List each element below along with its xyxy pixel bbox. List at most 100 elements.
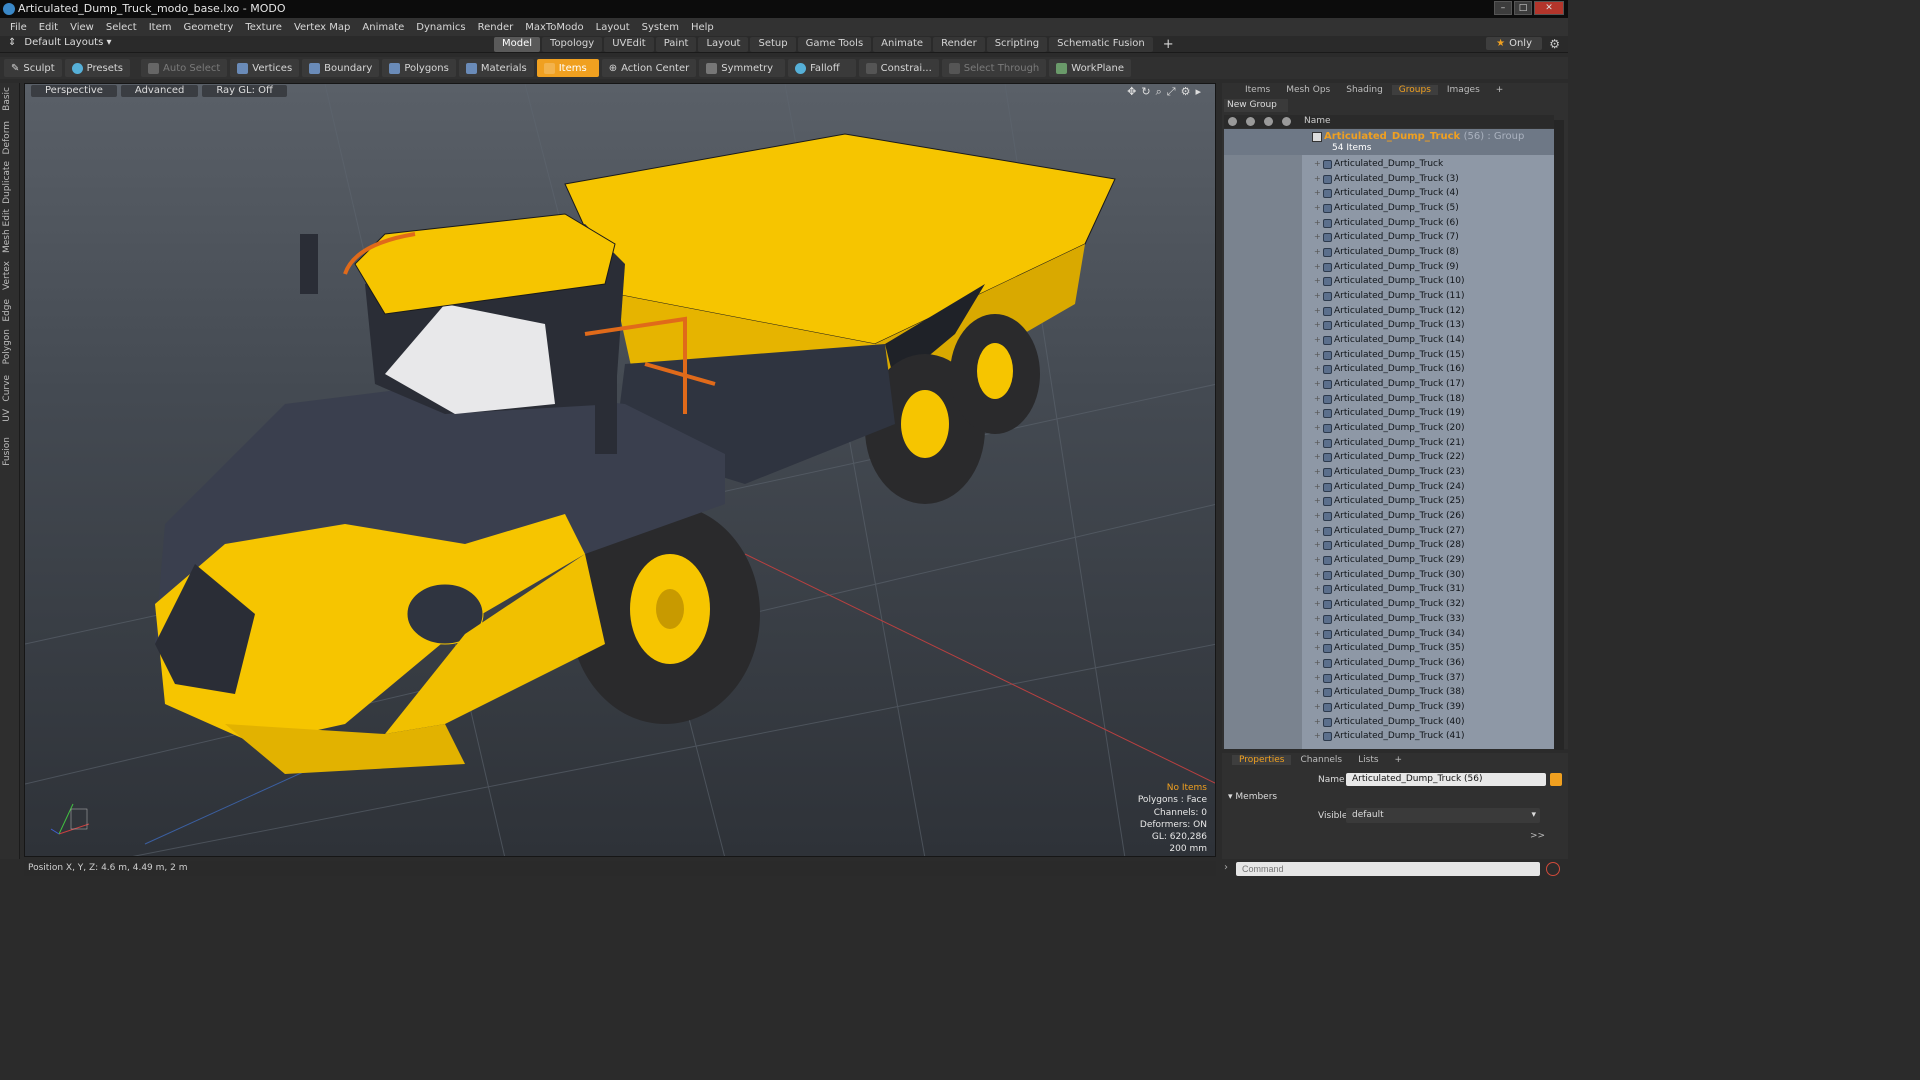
menu-system[interactable]: System	[636, 22, 685, 33]
list-item[interactable]: + Articulated_Dump_Truck (33)	[1224, 612, 1554, 627]
sculpt-button[interactable]: ✎ Sculpt	[4, 59, 62, 77]
expand-icon[interactable]: +	[1314, 436, 1321, 451]
list-item[interactable]: + Articulated_Dump_Truck (32)	[1224, 597, 1554, 612]
expand-icon[interactable]: +	[1314, 450, 1321, 465]
list-item[interactable]: + Articulated_Dump_Truck (29)	[1224, 553, 1554, 568]
expand-icon[interactable]: +	[1314, 524, 1321, 539]
sidebar-tab-edge[interactable]: Edge	[2, 299, 12, 322]
list-item[interactable]: + Articulated_Dump_Truck (7)	[1224, 230, 1554, 245]
items-button[interactable]: Items	[536, 59, 599, 77]
tab-render[interactable]: Render	[933, 37, 985, 52]
menu-view[interactable]: View	[64, 22, 100, 33]
expand-icon[interactable]: +	[1314, 304, 1321, 319]
list-item[interactable]: + Articulated_Dump_Truck (18)	[1224, 392, 1554, 407]
zoom-view-icon[interactable]: ⌕	[1156, 85, 1162, 99]
expand-icon[interactable]: +	[1314, 216, 1321, 231]
list-item[interactable]: + Articulated_Dump_Truck (23)	[1224, 465, 1554, 480]
select-through-button[interactable]: Select Through	[941, 59, 1047, 77]
sidebar-tab-deform[interactable]: Deform	[2, 121, 12, 154]
list-item[interactable]: + Articulated_Dump_Truck (20)	[1224, 421, 1554, 436]
list-item[interactable]: + Articulated_Dump_Truck (38)	[1224, 685, 1554, 700]
menu-animate[interactable]: Animate	[356, 22, 410, 33]
sidebar-tab-basic[interactable]: Basic	[2, 87, 12, 111]
name-field[interactable]: Articulated_Dump_Truck (56)	[1346, 773, 1546, 786]
menu-texture[interactable]: Texture	[239, 22, 288, 33]
list-item[interactable]: + Articulated_Dump_Truck (30)	[1224, 568, 1554, 583]
tab-channels[interactable]: Channels	[1293, 755, 1349, 765]
group-row[interactable]: Articulated_Dump_Truck (56) : Group 54 I…	[1224, 129, 1554, 155]
expand-icon[interactable]: +	[1314, 230, 1321, 245]
sidebar-tab-fusion[interactable]: Fusion	[2, 437, 12, 466]
tab-properties[interactable]: Properties	[1232, 755, 1292, 765]
menu-geometry[interactable]: Geometry	[177, 22, 239, 33]
list-item[interactable]: + Articulated_Dump_Truck (37)	[1224, 671, 1554, 686]
list-item[interactable]: + Articulated_Dump_Truck (6)	[1224, 216, 1554, 231]
list-item[interactable]: + Articulated_Dump_Truck (26)	[1224, 509, 1554, 524]
tab-images[interactable]: Images	[1440, 85, 1487, 95]
tab-paint[interactable]: Paint	[655, 37, 697, 52]
command-input[interactable]	[1236, 862, 1540, 876]
list-item[interactable]: + Articulated_Dump_Truck (35)	[1224, 641, 1554, 656]
list-item[interactable]: + Articulated_Dump_Truck (9)	[1224, 260, 1554, 275]
expand-icon[interactable]: +	[1314, 186, 1321, 201]
expand-icon[interactable]: +	[1314, 392, 1321, 407]
list-item[interactable]: + Articulated_Dump_Truck (27)	[1224, 524, 1554, 539]
vertices-button[interactable]: Vertices	[230, 59, 300, 77]
expand-icon[interactable]: +	[1314, 700, 1321, 715]
tree-scrollbar[interactable]	[1554, 120, 1564, 750]
menu-vertex-map[interactable]: Vertex Map	[288, 22, 356, 33]
sidebar-tab-uv[interactable]: UV	[2, 409, 12, 422]
tab-shading[interactable]: Shading	[1339, 85, 1390, 95]
maximize-button[interactable]: □	[1514, 1, 1532, 15]
tab-schematic-fusion[interactable]: Schematic Fusion	[1049, 37, 1153, 52]
gear-icon[interactable]: ⚙	[1549, 37, 1560, 51]
menu-help[interactable]: Help	[685, 22, 720, 33]
menu-layout[interactable]: Layout	[590, 22, 636, 33]
falloff-button[interactable]: Falloff	[788, 59, 856, 77]
menu-select[interactable]: Select	[100, 22, 143, 33]
action-center-button[interactable]: ⊕ Action Center	[601, 59, 697, 77]
add-props-tab-icon[interactable]: +	[1388, 755, 1410, 765]
expand-icon[interactable]: +	[1314, 362, 1321, 377]
expand-icon[interactable]: +	[1314, 406, 1321, 421]
close-button[interactable]: ✕	[1534, 1, 1564, 15]
tab-mesh-ops[interactable]: Mesh Ops	[1279, 85, 1337, 95]
expand-icon[interactable]: +	[1314, 289, 1321, 304]
list-item[interactable]: + Articulated_Dump_Truck (19)	[1224, 406, 1554, 421]
expand-icon[interactable]: +	[1314, 612, 1321, 627]
auto-select-button[interactable]: Auto Select	[141, 59, 228, 77]
symmetry-button[interactable]: Symmetry	[699, 59, 786, 77]
tab-game-tools[interactable]: Game Tools	[797, 37, 872, 52]
expand-icon[interactable]: +	[1314, 318, 1321, 333]
fit-view-icon[interactable]: ⤢	[1167, 85, 1176, 99]
expand-icon[interactable]: +	[1314, 538, 1321, 553]
expand-icon[interactable]: +	[1314, 729, 1321, 744]
menu-item[interactable]: Item	[143, 22, 178, 33]
color-swatch[interactable]	[1550, 773, 1562, 786]
viewport-settings-icon[interactable]: ⚙	[1181, 85, 1191, 99]
list-item[interactable]: + Articulated_Dump_Truck (3)	[1224, 172, 1554, 187]
command-history-icon[interactable]	[1546, 862, 1560, 876]
list-item[interactable]: + Articulated_Dump_Truck (25)	[1224, 494, 1554, 509]
tab-layout[interactable]: Layout	[698, 37, 749, 52]
expand-icon[interactable]: +	[1314, 348, 1321, 363]
expand-icon[interactable]: +	[1314, 465, 1321, 480]
name-column-header[interactable]: Name	[1304, 116, 1331, 126]
list-item[interactable]: + Articulated_Dump_Truck (31)	[1224, 582, 1554, 597]
list-item[interactable]: + Articulated_Dump_Truck (14)	[1224, 333, 1554, 348]
only-button[interactable]: ★ Only	[1486, 37, 1542, 50]
view-perspective-button[interactable]: Perspective	[31, 85, 117, 97]
list-item[interactable]: + Articulated_Dump_Truck (39)	[1224, 700, 1554, 715]
list-item[interactable]: + Articulated_Dump_Truck	[1224, 157, 1554, 172]
list-item[interactable]: + Articulated_Dump_Truck (40)	[1224, 715, 1554, 730]
expand-icon[interactable]: +	[1314, 421, 1321, 436]
shading-advanced-button[interactable]: Advanced	[120, 85, 199, 97]
expand-icon[interactable]: +	[1314, 509, 1321, 524]
list-item[interactable]: + Articulated_Dump_Truck (34)	[1224, 627, 1554, 642]
tab-items[interactable]: Items	[1238, 85, 1277, 95]
expand-icon[interactable]: +	[1314, 627, 1321, 642]
menu-maxtomodo[interactable]: MaxToModo	[519, 22, 589, 33]
expand-arrows-icon[interactable]: >>	[1530, 831, 1545, 841]
materials-button[interactable]: Materials	[458, 59, 534, 77]
sidebar-tab-polygon[interactable]: Polygon	[2, 329, 12, 364]
